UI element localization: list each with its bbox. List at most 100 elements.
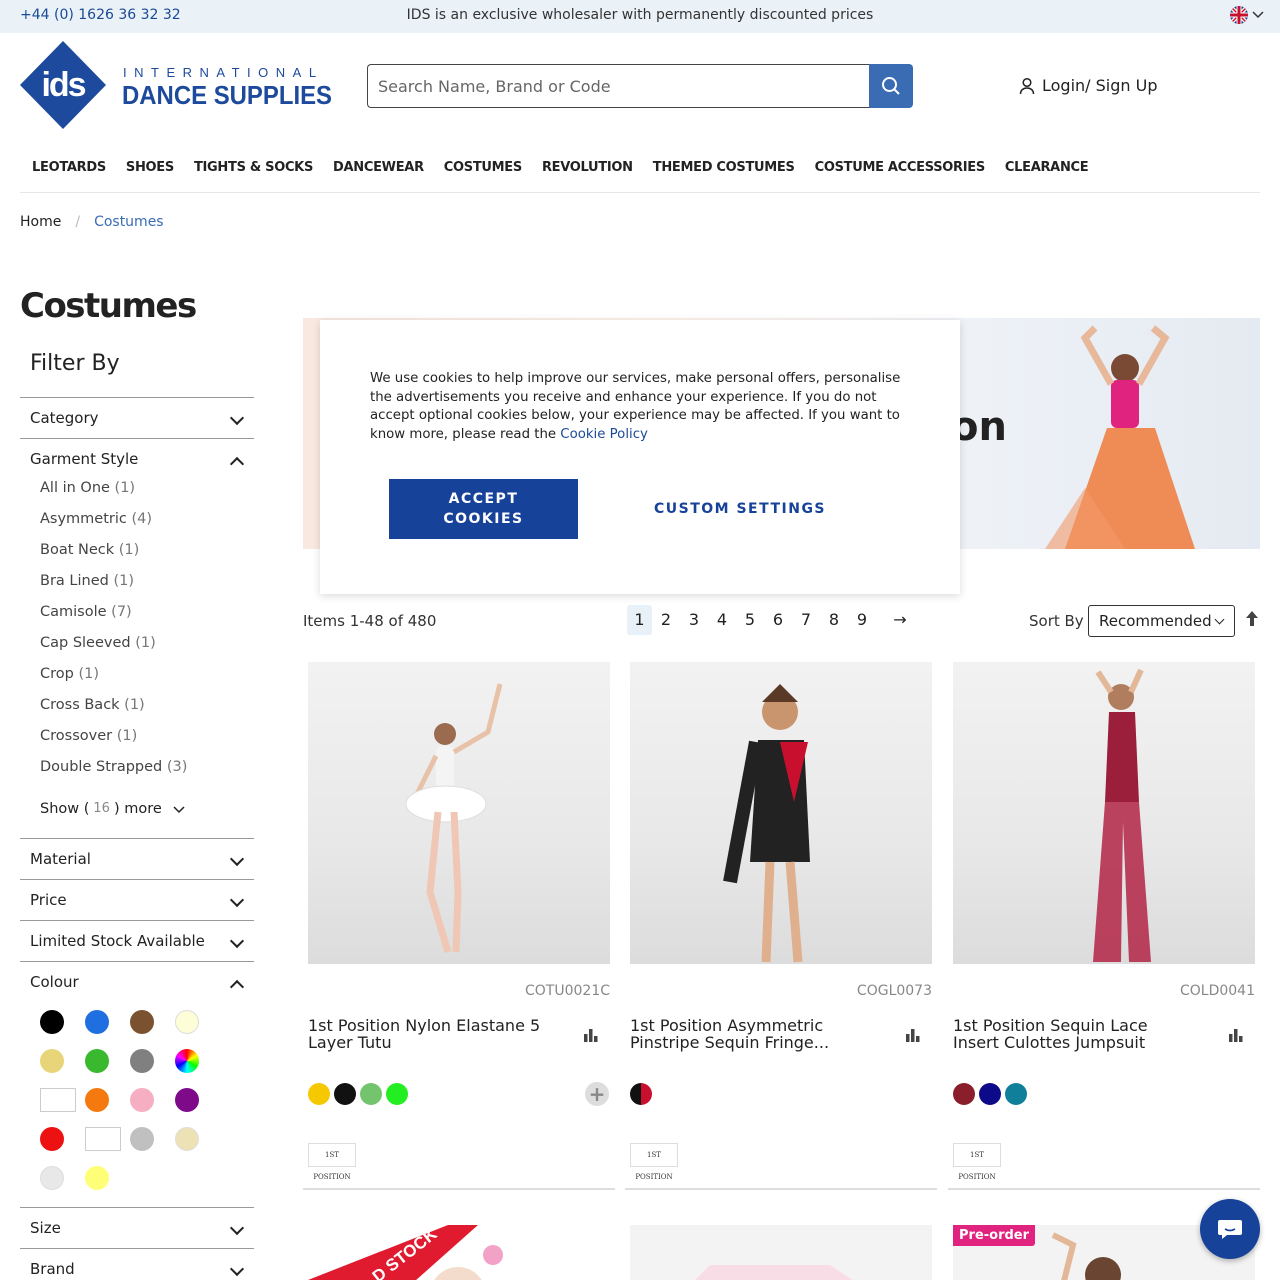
filter-sidebar: Filter By Category Garment Style All in … — [20, 345, 254, 1280]
colour-swatch[interactable] — [40, 1127, 64, 1151]
colour-swatch[interactable] — [40, 1166, 64, 1190]
filter-option[interactable]: Crossover (1) — [20, 728, 254, 759]
product-name[interactable]: 1st Position Sequin Lace Insert Culottes… — [953, 1017, 1193, 1051]
colour-swatch[interactable] — [130, 1088, 154, 1112]
page-link[interactable]: 2 — [652, 605, 680, 635]
product-name[interactable]: 1st Position Nylon Elastane 5 Layer Tutu — [308, 1017, 548, 1051]
nav-costume-accessories[interactable]: COSTUME ACCESSORIES — [815, 160, 986, 175]
page-link[interactable]: 5 — [736, 605, 764, 635]
colour-swatch[interactable] — [85, 1166, 109, 1190]
language-selector[interactable] — [1230, 6, 1264, 24]
accept-cookies-button[interactable]: ACCEPT COOKIES — [389, 479, 578, 539]
filter-option[interactable]: Camisole (7) — [20, 604, 254, 635]
compare-icon[interactable] — [1228, 1028, 1244, 1042]
filter-option[interactable]: Cap Sleeved (1) — [20, 635, 254, 666]
filter-option[interactable]: All in One (1) — [20, 480, 254, 511]
login-link[interactable]: Login/ Sign Up — [1018, 76, 1158, 95]
page-link[interactable]: 4 — [708, 605, 736, 635]
filter-limited-stock[interactable]: Limited Stock Available — [20, 921, 254, 962]
product-card[interactable]: COTU0021C 1st Position Nylon Elastane 5 … — [303, 662, 615, 1190]
colour-swatch[interactable] — [85, 1127, 121, 1151]
colour-dot[interactable] — [334, 1083, 356, 1105]
colour-swatch[interactable] — [175, 1088, 199, 1112]
next-page-arrow-icon[interactable]: → — [880, 605, 920, 635]
sort-direction-icon[interactable] — [1245, 610, 1259, 628]
breadcrumb-home[interactable]: Home — [20, 214, 61, 230]
colour-swatch[interactable] — [85, 1049, 109, 1073]
colour-swatch[interactable] — [40, 1088, 76, 1112]
promo-text: IDS is an exclusive wholesaler with perm… — [406, 7, 874, 23]
colour-swatch[interactable] — [175, 1010, 199, 1034]
product-image[interactable] — [308, 662, 610, 964]
product-card[interactable]: COGL0073 1st Position Asymmetric Pinstri… — [625, 662, 937, 1190]
compare-icon[interactable] — [905, 1028, 921, 1042]
search-bar — [367, 64, 913, 108]
colour-swatch[interactable] — [130, 1049, 154, 1073]
nav-revolution[interactable]: REVOLUTION — [542, 160, 633, 175]
breadcrumb-separator: / — [75, 214, 81, 230]
filter-limited-stock-label: Limited Stock Available — [30, 932, 205, 950]
filter-category[interactable]: Category — [20, 398, 254, 439]
colour-dot[interactable] — [953, 1083, 975, 1105]
nav-themed-costumes[interactable]: THEMED COSTUMES — [653, 160, 795, 175]
filter-colour-header[interactable]: Colour — [20, 962, 254, 1003]
filter-material[interactable]: Material — [20, 839, 254, 880]
chat-button[interactable] — [1200, 1199, 1260, 1259]
filter-option[interactable]: Cross Back (1) — [20, 697, 254, 728]
sort-select[interactable]: Recommended — [1088, 605, 1235, 637]
colour-swatch[interactable] — [40, 1010, 64, 1034]
colour-dot[interactable] — [630, 1083, 652, 1105]
more-colours-button[interactable]: + — [585, 1082, 609, 1106]
nav-leotards[interactable]: LEOTARDS — [32, 160, 106, 175]
product-image[interactable] — [630, 662, 932, 964]
page-link[interactable]: 6 — [764, 605, 792, 635]
colour-swatch[interactable] — [85, 1010, 109, 1034]
colour-dot[interactable] — [386, 1083, 408, 1105]
colour-swatch[interactable] — [130, 1010, 154, 1034]
colour-swatch[interactable] — [85, 1088, 109, 1112]
colour-swatch[interactable] — [40, 1049, 64, 1073]
search-input[interactable] — [367, 64, 869, 108]
custom-settings-button[interactable]: CUSTOM SETTINGS — [640, 479, 840, 539]
product-name[interactable]: 1st Position Asymmetric Pinstripe Sequin… — [630, 1017, 870, 1051]
filter-option[interactable]: Bra Lined (1) — [20, 573, 254, 604]
nav-shoes[interactable]: SHOES — [126, 160, 174, 175]
page-link[interactable]: 1 — [627, 605, 652, 635]
cookie-policy-link[interactable]: Cookie Policy — [560, 427, 648, 442]
colour-dot[interactable] — [979, 1083, 1001, 1105]
colour-swatch[interactable] — [130, 1127, 154, 1151]
colour-dot[interactable] — [308, 1083, 330, 1105]
search-button[interactable] — [869, 64, 913, 108]
filter-option[interactable]: Boat Neck (1) — [20, 542, 254, 573]
product-card[interactable]: COLD0041 1st Position Sequin Lace Insert… — [948, 662, 1260, 1190]
ids-logo[interactable]: ids INTERNATIONAL DANCE SUPPLIES — [20, 41, 335, 129]
filter-option[interactable]: Asymmetric (4) — [20, 511, 254, 542]
colour-dot[interactable] — [1005, 1083, 1027, 1105]
nav-tights-socks[interactable]: TIGHTS & SOCKS — [194, 160, 313, 175]
nav-dancewear[interactable]: DANCEWEAR — [333, 160, 424, 175]
colour-swatch[interactable] — [175, 1127, 199, 1151]
page-link[interactable]: 8 — [820, 605, 848, 635]
show-more-button[interactable]: Show (16) more — [20, 790, 254, 838]
nav-costumes[interactable]: COSTUMES — [444, 160, 522, 175]
filter-material-label: Material — [30, 850, 91, 868]
page-link[interactable]: 7 — [792, 605, 820, 635]
nav-clearance[interactable]: CLEARANCE — [1005, 160, 1089, 175]
filter-option[interactable]: Crop (1) — [20, 666, 254, 697]
filter-brand[interactable]: Brand — [20, 1249, 254, 1280]
colour-dot[interactable] — [360, 1083, 382, 1105]
page-link[interactable]: 9 — [848, 605, 876, 635]
filter-price[interactable]: Price — [20, 880, 254, 921]
filter-price-label: Price — [30, 891, 67, 909]
login-label: Login/ Sign Up — [1042, 76, 1158, 95]
product-image[interactable]: D STOCK — [308, 1225, 610, 1280]
filter-garment-style-header[interactable]: Garment Style — [20, 439, 254, 480]
product-image[interactable] — [630, 1225, 932, 1280]
option-count: (3) — [166, 759, 188, 775]
product-image[interactable] — [953, 662, 1255, 964]
filter-option[interactable]: Double Strapped (3) — [20, 759, 254, 790]
colour-swatch[interactable] — [175, 1049, 199, 1073]
compare-icon[interactable] — [583, 1028, 599, 1042]
filter-size[interactable]: Size — [20, 1208, 254, 1249]
page-link[interactable]: 3 — [680, 605, 708, 635]
